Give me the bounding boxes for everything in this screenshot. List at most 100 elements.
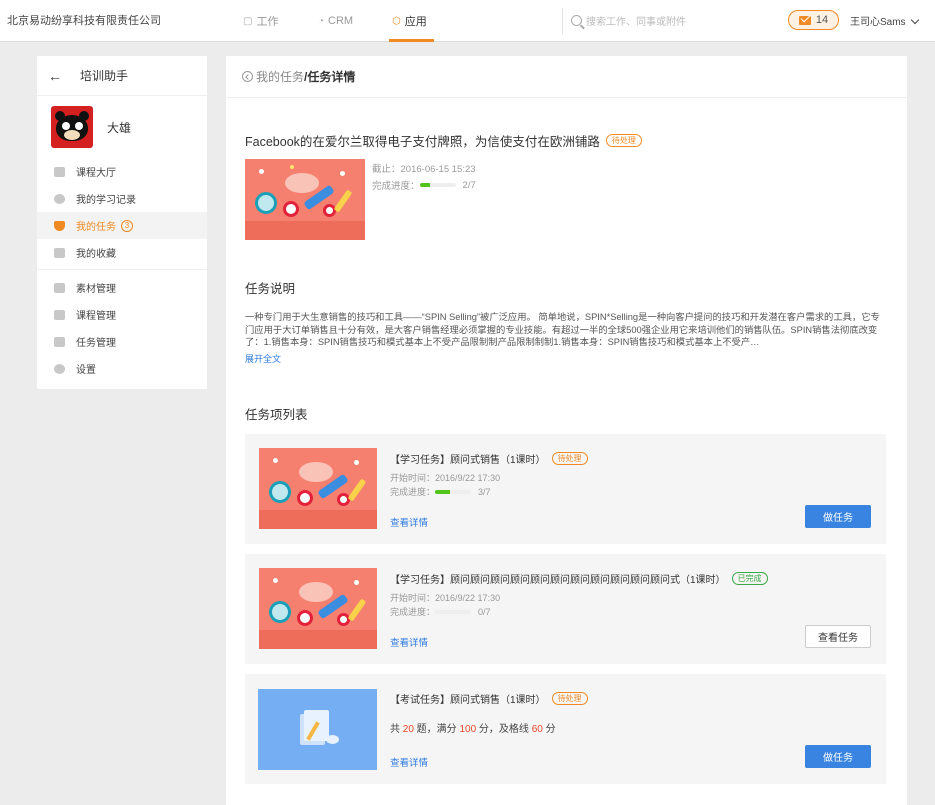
task-item-progress: 完成进度： 3/7 [390, 485, 491, 498]
view-detail-link[interactable]: 查看详情 [390, 515, 428, 529]
score-text: 题，满分 [413, 724, 460, 735]
list-icon [54, 166, 65, 177]
breadcrumb-parent[interactable]: 我的任务 [256, 68, 304, 85]
status-badge: 待处理 [551, 452, 588, 465]
sidebar-item-label: 任务管理 [76, 338, 116, 349]
decor-dot [259, 169, 264, 174]
profile-name: 大雄 [107, 120, 132, 135]
decor-floor [259, 509, 377, 529]
section-title-task-list: 任务项列表 [245, 408, 308, 422]
task-cover-image [245, 159, 365, 240]
view-task-button[interactable]: 查看任务 [805, 625, 871, 648]
progress-text: 0/7 [478, 606, 491, 617]
search-input[interactable]: 搜索工作、同事或附件 [571, 13, 686, 28]
fan-illustration [255, 192, 277, 214]
decor-floor [259, 629, 377, 649]
sidebar-item-material[interactable]: 素材管理 [37, 274, 207, 301]
task-item-card: 【学习任务】顾问顾问顾问顾问顾问顾问顾问顾问顾问顾问顾问式（1课时） 已完成 开… [245, 554, 886, 664]
gear-icon [54, 363, 65, 374]
task-item-card: 【考试任务】顾问式销售（1课时） 待处理 共 20 题，满分 100 分，及格线… [245, 674, 886, 784]
task-item-progress: 完成进度： 0/7 [390, 605, 491, 618]
exam-image [258, 689, 377, 770]
task-item-start: 开始时间：2016/9/22 17:30 [390, 591, 500, 604]
start-label: 开始时间： [390, 473, 436, 483]
status-badge: 待处理 [605, 134, 642, 147]
score-text: 共 [390, 724, 403, 735]
question-count: 20 [402, 724, 414, 735]
message-button[interactable]: 14 [788, 10, 839, 30]
nav-active-indicator [389, 39, 434, 42]
progress-bar [419, 183, 456, 187]
nav-work[interactable]: ▢ 工作 [243, 0, 278, 42]
avatar[interactable] [51, 106, 93, 148]
sidebar-item-label: 设置 [76, 365, 96, 376]
task-item-title: 【学习任务】顾问顾问顾问顾问顾问顾问顾问顾问顾问顾问顾问式（1课时） 已完成 [390, 571, 768, 586]
lamp-illustration [347, 598, 367, 622]
sidebar-item-settings[interactable]: 设置 [37, 355, 207, 382]
work-icon: ▢ [243, 15, 253, 27]
progress-text: 3/7 [478, 486, 491, 497]
sidebar-item-study-record[interactable]: 我的学习记录 [37, 185, 207, 212]
decor-cloud [299, 582, 333, 602]
decor-dot [340, 171, 345, 176]
sidebar-item-course-manage[interactable]: 课程管理 [37, 301, 207, 328]
sidebar-item-favorites[interactable]: 我的收藏 [37, 239, 207, 266]
decor-dot [273, 458, 278, 463]
progress-bar [435, 489, 472, 494]
sidebar-item-task-manage[interactable]: 任务管理 [37, 328, 207, 355]
clock-illustration [323, 204, 336, 217]
clock-illustration [297, 490, 313, 506]
decor-cloud [299, 462, 333, 482]
task-item-title-text: 【考试任务】顾问式销售（1课时） [390, 695, 546, 706]
task-progress: 完成进度： 2/7 [372, 178, 476, 193]
view-detail-link[interactable]: 查看详情 [390, 755, 428, 769]
do-task-button[interactable]: 做任务 [805, 505, 871, 528]
view-detail-link[interactable]: 查看详情 [390, 635, 428, 649]
status-badge: 待处理 [551, 692, 588, 705]
nav-app[interactable]: ⬡ 应用 [392, 0, 427, 42]
deadline-value: 2016-06-15 15:23 [400, 164, 476, 175]
course-icon [54, 309, 65, 320]
divider [562, 8, 563, 34]
status-badge: 已完成 [731, 572, 768, 585]
chat-bubble-illustration [326, 735, 339, 744]
breadcrumb: 我的任务 / 任务详情 [226, 56, 907, 98]
user-menu[interactable]: 王司心Sams [850, 13, 919, 28]
progress-label: 完成进度： [390, 607, 436, 617]
sidebar-item-label: 我的任务 [76, 222, 116, 233]
nav-work-label: 工作 [256, 16, 279, 28]
start-label: 开始时间： [390, 593, 436, 603]
task-icon [54, 220, 65, 231]
folder-icon [54, 247, 65, 258]
envelope-icon [798, 15, 811, 25]
decor-floor [245, 220, 365, 240]
do-task-button[interactable]: 做任务 [805, 745, 871, 768]
progress-fill [419, 183, 430, 187]
crm-icon: ◔ [318, 15, 325, 27]
clock-illustration [337, 613, 350, 626]
sidebar-item-my-tasks[interactable]: 我的任务 3 [37, 212, 207, 239]
company-name: 北京易动纷享科技有限责任公司 [7, 15, 161, 27]
start-value: 2016/9/22 17:30 [435, 473, 501, 483]
lamp-illustration [347, 478, 367, 502]
sidebar-item-course-hall[interactable]: 课程大厅 [37, 158, 207, 185]
decor-dot [354, 580, 359, 585]
score-text: 分，及格线 [476, 724, 532, 735]
main-panel: 我的任务 / 任务详情 Facebook的在爱尔兰取得电子支付牌照，为信使支付在欧洲… [226, 56, 907, 805]
sidebar-item-label: 课程管理 [76, 311, 116, 322]
expand-link[interactable]: 展开全文 [245, 352, 281, 365]
top-bar: 北京易动纷享科技有限责任公司 ▢ 工作 ◔ CRM ⬡ 应用 搜索工作、同事或附… [0, 0, 935, 42]
task-item-title-text: 【学习任务】顾问顾问顾问顾问顾问顾问顾问顾问顾问顾问顾问式（1课时） [390, 575, 726, 586]
sidebar-header: ← 培训助手 [37, 56, 207, 96]
task-count-badge: 3 [121, 219, 133, 232]
nav-crm[interactable]: ◔ CRM [318, 0, 353, 42]
pass-score: 60 [531, 724, 543, 735]
task-item-image [259, 448, 377, 529]
section-title-description: 任务说明 [245, 282, 296, 296]
avatar-eye [62, 122, 70, 130]
sidebar-item-label: 素材管理 [76, 284, 116, 295]
progress-text: 2/7 [462, 179, 476, 191]
back-arrow-icon[interactable]: ← [48, 68, 62, 84]
user-name: 王司心Sams [850, 17, 906, 28]
back-circle-icon[interactable] [242, 71, 253, 82]
